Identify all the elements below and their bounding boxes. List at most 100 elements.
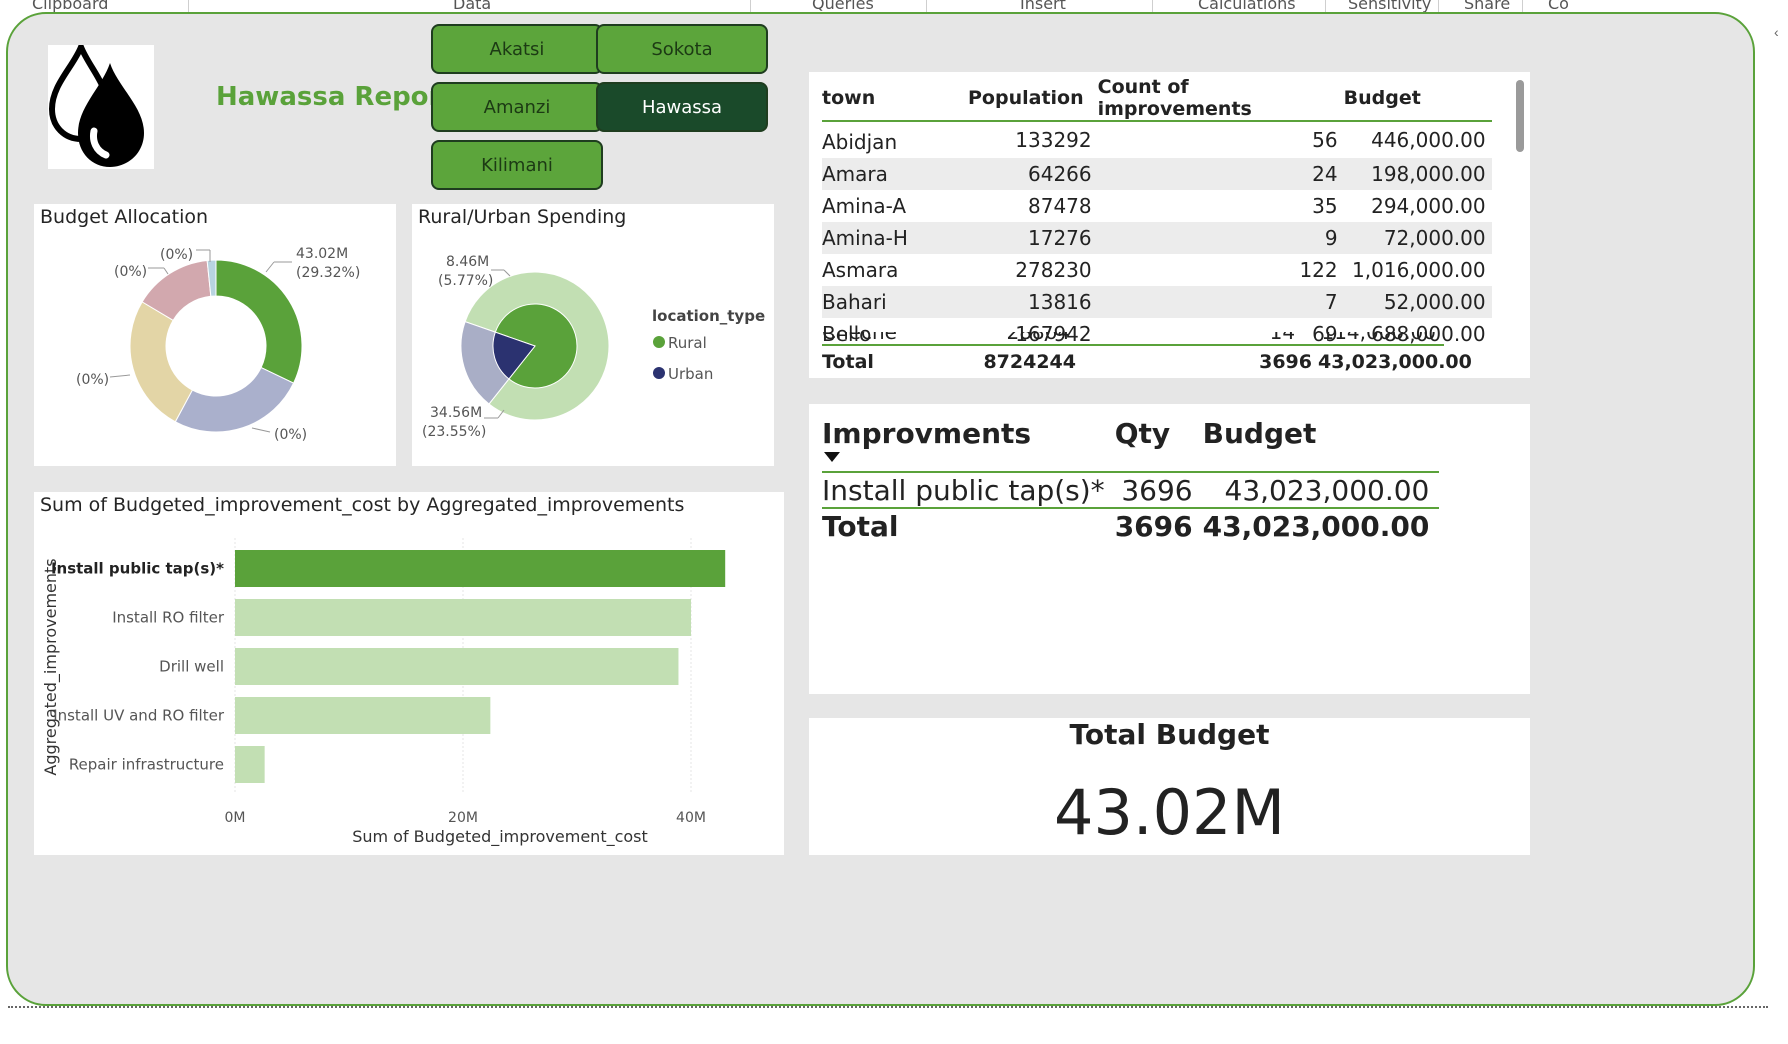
count-cell: 14	[1269, 332, 1296, 344]
column-header-population[interactable]: Population	[968, 76, 1098, 121]
rural-urban-label-top-value: 8.46M	[446, 254, 489, 270]
population-cell: 17276	[968, 222, 1098, 254]
ribbon-separator	[750, 0, 751, 12]
rural-urban-label-top-pct: (5.77%)	[438, 273, 493, 289]
total-budget-cell: 43,023,000.00	[1318, 351, 1472, 373]
legend-rural-marker	[653, 336, 665, 348]
x-tick-label: 20M	[448, 810, 478, 826]
table-row[interactable]: Amina-A 87478 35 294,000.00	[822, 190, 1492, 222]
town-cell: Abidjan	[822, 130, 898, 154]
ribbon-separator	[1522, 0, 1523, 12]
sort-descending-icon[interactable]	[824, 452, 840, 462]
total-population: 8724244	[983, 351, 1076, 373]
rural-urban-panel: Rural/Urban Spending 8.46M (5.77%) 34.56…	[412, 204, 774, 466]
table-row[interactable]: Bahari 13816 7 52,000.00	[822, 286, 1492, 318]
bar-install-ro-filter[interactable]	[235, 599, 691, 636]
bar-drill-well[interactable]	[235, 648, 679, 685]
column-header-qty[interactable]: Qty	[1115, 412, 1203, 454]
table-row[interactable]: Abidjan 133292 56 446,000.00	[822, 121, 1492, 158]
improvement-name-cell: Install public tap(s)*	[822, 473, 1105, 507]
slicer-button-sokota[interactable]: Sokota	[596, 24, 768, 74]
legend-rural-label[interactable]: Rural	[668, 334, 707, 352]
town-cell: Amina-H	[822, 222, 968, 254]
column-header-count-of-improvements[interactable]: Count of improvements	[1098, 76, 1344, 121]
population-cell: 133292	[1015, 128, 1092, 152]
bar-repair-infrastructure[interactable]	[235, 746, 265, 783]
town-cell: Amara	[822, 158, 968, 190]
table-row-partial[interactable]: Cheche 28864 14 114,000.00	[822, 332, 1442, 344]
slicer-button-amanzi[interactable]: Amanzi	[431, 82, 603, 132]
budget-cell: 114,000.00	[1321, 332, 1436, 344]
total-label: Total	[822, 351, 874, 373]
column-header-budget[interactable]: Budget	[1203, 412, 1440, 454]
count-cell: 56	[1312, 128, 1338, 152]
y-tick-label: Install UV and RO filter	[53, 707, 225, 725]
ribbon-separator	[188, 0, 189, 12]
table-scrollbar-thumb[interactable]	[1516, 80, 1524, 152]
town-cell: Amina-A	[822, 194, 907, 218]
count-cell: 9	[1097, 222, 1344, 254]
collapse-panel-icon[interactable]: ‹	[1774, 24, 1779, 40]
donut-label-left: (0%)	[76, 372, 109, 388]
count-cell: 35	[1312, 194, 1338, 218]
budget-allocation-panel: Budget Allocation 43.02M (29.32%) (0%) (…	[34, 204, 396, 466]
ribbon-separator	[1325, 0, 1326, 12]
water-drops-icon	[48, 38, 144, 167]
improvements-header-row: Improvments Qty Budget	[822, 412, 1439, 454]
column-header-budget[interactable]: Budget	[1344, 76, 1492, 121]
legend-title: location_type	[652, 307, 765, 325]
table-row[interactable]: Install public tap(s)* 3696 43,023,000.0…	[822, 472, 1440, 508]
y-tick-label: Install public tap(s)*	[51, 560, 224, 578]
y-tick-label: Repair infrastructure	[69, 756, 224, 774]
budget-cell: 72,000.00	[1343, 222, 1492, 254]
legend-urban-label[interactable]: Urban	[668, 365, 713, 383]
total-budget-cell: 43,023,000.00	[1202, 510, 1430, 543]
donut-slice-1[interactable]	[174, 366, 295, 433]
donut-label-main: 43.02M	[296, 246, 348, 262]
column-header-town[interactable]: town	[822, 76, 968, 121]
town-table-header-row: town Population Count of improvements Bu…	[822, 76, 1492, 121]
budget-cell: 446,000.00	[1371, 128, 1486, 152]
donut-label-top2: (0%)	[114, 264, 147, 280]
slicer-button-hawassa[interactable]: Hawassa	[596, 82, 768, 132]
donut-slice-2[interactable]	[129, 301, 194, 423]
budget-allocation-donut-chart[interactable]: 43.02M (29.32%) (0%) (0%) (0%) (0%)	[34, 204, 396, 466]
donut-label-main-pct: (29.32%)	[296, 265, 360, 281]
y-tick-label: Install RO filter	[112, 609, 225, 627]
count-cell: 7	[1097, 286, 1344, 318]
ribbon-separator	[926, 0, 927, 12]
town-table: town Population Count of improvements Bu…	[822, 76, 1492, 350]
population-cell: 64266	[968, 158, 1098, 190]
ribbon-separator	[1152, 0, 1153, 12]
x-tick-label: 40M	[676, 810, 706, 826]
slicer-button-akatsi[interactable]: Akatsi	[431, 24, 603, 74]
town-table-total: Total 8724244 3696 43,023,000.00	[822, 346, 1478, 378]
improvement-cost-bar-chart[interactable]: Aggregated_improvements Sum of Budgeted_…	[34, 492, 784, 855]
donut-slice-0[interactable]	[215, 259, 303, 384]
y-tick-label: Drill well	[159, 658, 224, 676]
table-row[interactable]: Asmara 278230 122 1,016,000.00	[822, 254, 1492, 286]
town-cell: Asmara	[822, 258, 899, 282]
rural-urban-nested-donut-chart[interactable]: 8.46M (5.77%) 34.56M (23.55%) location_t…	[412, 204, 774, 466]
donut-label-top1: (0%)	[160, 247, 193, 263]
total-budget-value: 43.02M	[1054, 776, 1285, 849]
improvements-table-panel: Improvments Qty Budget Install public ta…	[809, 404, 1530, 694]
table-row[interactable]: Amina-H 17276 9 72,000.00	[822, 222, 1492, 254]
bar-install-uv-and-ro-filter[interactable]	[235, 697, 491, 734]
qty-cell: 3696	[1121, 473, 1193, 507]
table-row[interactable]: Amara 64266 24 198,000.00	[822, 158, 1492, 190]
town-table-panel: town Population Count of improvements Bu…	[809, 72, 1530, 378]
water-drops-logo	[48, 38, 154, 169]
legend-urban-marker	[653, 367, 665, 379]
total-budget-card: Total Budget 43.02M	[809, 718, 1530, 855]
town-cell: Cheche	[822, 332, 897, 344]
bar-install-public-tap-s[interactable]	[235, 550, 726, 587]
column-header-improvments[interactable]: Improvments	[822, 412, 1115, 454]
total-row: Total 8724244 3696 43,023,000.00	[822, 346, 1478, 378]
budget-cell: 52,000.00	[1343, 286, 1492, 318]
population-cell: 87478	[1028, 194, 1092, 218]
improvements-table: Improvments Qty Budget Install public ta…	[822, 412, 1440, 544]
slicer-button-kilimani[interactable]: Kilimani	[431, 140, 603, 190]
improvement-cost-bar-chart-panel: Sum of Budgeted_improvement_cost by Aggr…	[34, 492, 784, 855]
budget-cell: 43,023,000.00	[1224, 473, 1430, 507]
